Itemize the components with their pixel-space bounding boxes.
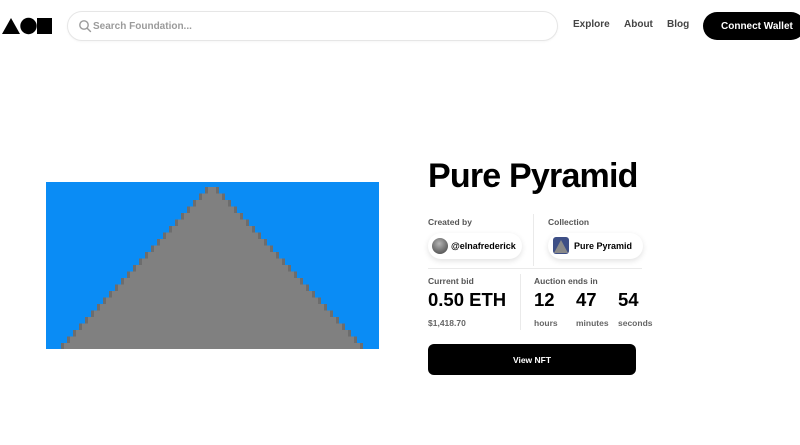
pyramid-step-edge — [181, 213, 184, 220]
pyramid-step-edge — [276, 252, 279, 259]
pyramid-step-edge — [139, 258, 142, 265]
pyramid-step-edge — [133, 265, 136, 272]
pyramid-step-edge — [145, 252, 148, 259]
current-bid-label: Current bid — [428, 276, 474, 286]
divider — [520, 274, 521, 330]
pyramid-step-edge — [306, 284, 309, 291]
countdown-seconds-unit: seconds — [618, 318, 653, 328]
nft-artwork-image[interactable] — [46, 182, 379, 349]
view-nft-button[interactable]: View NFT — [428, 344, 636, 375]
pyramid-step-edge — [216, 187, 219, 194]
pyramid-step-edge — [79, 323, 82, 330]
pyramid-step-edge — [163, 232, 166, 239]
pyramid-step-edge — [91, 310, 94, 317]
countdown-seconds-value: 54 — [618, 289, 639, 310]
pyramid-step-edge — [151, 245, 154, 252]
pyramid-step-edge — [103, 297, 106, 304]
countdown-minutes-value: 47 — [576, 289, 597, 310]
pyramid-step-edge — [205, 187, 208, 194]
pyramid-step-edge — [318, 297, 321, 304]
nav-explore-link[interactable]: Explore — [573, 19, 610, 30]
pyramid-step-edge — [360, 343, 363, 349]
creator-handle: @elnafrederick — [451, 241, 516, 251]
pyramid-step-edge — [127, 271, 130, 278]
collection-label: Collection — [548, 217, 590, 227]
pyramid-step-edge — [187, 206, 190, 213]
pyramid-step-edge — [354, 336, 357, 343]
pyramid-step-edge — [324, 304, 327, 311]
pyramid-step-edge — [270, 245, 273, 252]
pyramid-step-edge — [109, 291, 112, 298]
pyramid-step-edge — [300, 278, 303, 285]
pyramid-step-edge — [61, 343, 64, 349]
divider — [533, 214, 534, 266]
creator-chip[interactable]: @elnafrederick — [428, 233, 522, 259]
pyramid-step — [61, 343, 363, 349]
pyramid-step-edge — [193, 200, 196, 207]
pyramid-step-edge — [342, 323, 345, 330]
pyramid-step-edge — [157, 239, 160, 246]
search-bar[interactable] — [67, 11, 558, 41]
top-navigation-bar: Explore About Blog Connect Wallet — [0, 0, 800, 52]
pyramid-step-edge — [330, 310, 333, 317]
pyramid-step-edge — [252, 226, 255, 233]
pyramid-step-edge — [121, 278, 124, 285]
divider — [428, 268, 642, 269]
search-icon — [79, 20, 92, 33]
countdown-minutes-unit: minutes — [576, 318, 609, 328]
foundation-logo-icon[interactable] — [2, 17, 52, 35]
collection-thumbnail-icon — [553, 237, 569, 254]
pyramid-step-edge — [175, 219, 178, 226]
pyramid-step-edge — [312, 291, 315, 298]
pyramid-step-edge — [288, 265, 291, 272]
pyramid-step-edge — [348, 330, 351, 337]
pyramid-step-edge — [222, 193, 225, 200]
pyramid-step-edge — [264, 239, 267, 246]
pyramid-step-edge — [169, 226, 172, 233]
created-by-label: Created by — [428, 217, 472, 227]
pyramid-step-edge — [240, 213, 243, 220]
nav-about-link[interactable]: About — [624, 19, 653, 30]
pyramid-step-edge — [258, 232, 261, 239]
pyramid-step-edge — [228, 200, 231, 207]
search-input[interactable] — [93, 12, 543, 40]
pyramid-step-edge — [234, 206, 237, 213]
current-bid-usd: $1,418.70 — [428, 318, 466, 328]
auction-ends-label: Auction ends in — [534, 276, 598, 286]
pyramid-step-edge — [97, 304, 100, 311]
collection-chip[interactable]: Pure Pyramid — [548, 233, 643, 259]
pyramid-step-edge — [282, 258, 285, 265]
pyramid-step-edge — [115, 284, 118, 291]
countdown-hours-unit: hours — [534, 318, 558, 328]
connect-wallet-button[interactable]: Connect Wallet — [703, 12, 800, 40]
countdown-hours-value: 12 — [534, 289, 555, 310]
pyramid-step-edge — [246, 219, 249, 226]
nft-title: Pure Pyramid — [428, 157, 638, 195]
collection-name: Pure Pyramid — [574, 241, 633, 251]
current-bid-value: 0.50 ETH — [428, 289, 507, 310]
nav-blog-link[interactable]: Blog — [667, 19, 689, 30]
creator-avatar — [432, 238, 448, 254]
pyramid-step-edge — [85, 317, 88, 324]
pyramid-step-edge — [73, 330, 76, 337]
pyramid-step-edge — [294, 271, 297, 278]
pyramid-step-edge — [67, 336, 70, 343]
pyramid-step-edge — [199, 193, 202, 200]
pyramid-step-edge — [336, 317, 339, 324]
